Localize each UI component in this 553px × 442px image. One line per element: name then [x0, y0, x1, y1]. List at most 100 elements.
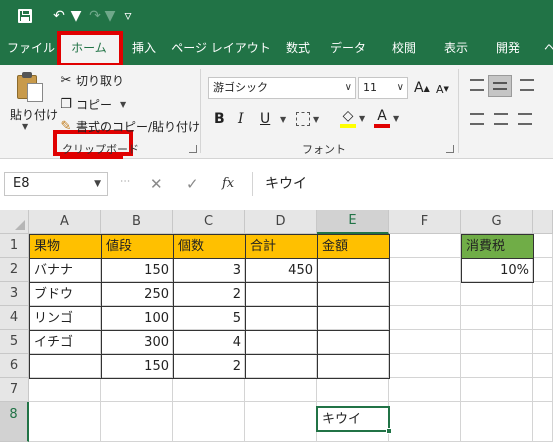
format-painter-button[interactable]: ✎ 書式のコピー/貼り付け [58, 117, 201, 135]
row-header-7[interactable]: 7 [0, 378, 29, 402]
grid-cell[interactable] [461, 282, 533, 306]
redo-icon[interactable]: ↷ [86, 7, 104, 25]
font-launcher-icon[interactable] [446, 145, 454, 153]
row-header-4[interactable]: 4 [0, 306, 29, 330]
grid-cell[interactable] [461, 354, 533, 378]
grid-cell[interactable] [245, 402, 317, 442]
paste-button[interactable]: 貼り付け [10, 106, 58, 123]
tab-review[interactable]: 校閲 [384, 32, 424, 65]
grid-cell[interactable] [389, 402, 461, 442]
tab-page-layout[interactable]: ページ レイアウト [170, 32, 272, 65]
cell-b6[interactable]: 150 [101, 354, 174, 379]
tab-file[interactable]: ファイル [6, 32, 56, 65]
tab-view[interactable]: 表示 [436, 32, 476, 65]
row-header-1[interactable]: 1 [0, 234, 29, 258]
grow-font-button[interactable]: A ▲ [414, 79, 430, 97]
middle-align-button[interactable] [488, 75, 512, 97]
cell-b5[interactable]: 300 [101, 330, 174, 355]
grid-cell[interactable] [389, 354, 461, 378]
cell-c1[interactable]: 個数 [173, 234, 246, 259]
row-header-2[interactable]: 2 [0, 258, 29, 282]
cell-a6[interactable] [29, 354, 102, 379]
paste-dropdown-icon[interactable]: ▼ [22, 122, 28, 131]
tab-insert[interactable]: 挿入 [124, 32, 164, 65]
grid-cell[interactable] [101, 378, 173, 402]
tab-help[interactable]: ヘ [540, 32, 553, 65]
row-header-5[interactable]: 5 [0, 330, 29, 354]
column-header-a[interactable]: A [29, 210, 101, 234]
cell-d6[interactable] [245, 354, 318, 379]
name-box[interactable]: E8 ▼ [4, 172, 108, 196]
grid-cell[interactable] [389, 234, 461, 258]
cell-e1[interactable]: 金額 [317, 234, 390, 259]
column-header-e[interactable]: E [317, 210, 389, 234]
grid-cell[interactable] [389, 330, 461, 354]
shrink-font-button[interactable]: A ▼ [436, 81, 449, 97]
cell-a5[interactable]: イチゴ [29, 330, 102, 355]
column-header-g[interactable]: G [461, 210, 533, 234]
cell-e5[interactable] [317, 330, 390, 355]
cell-d5[interactable] [245, 330, 318, 355]
row-header-8[interactable]: 8 [0, 402, 29, 442]
row-header-3[interactable]: 3 [0, 282, 29, 306]
cut-button[interactable]: ✂ 切り取り [58, 70, 124, 90]
column-header-b[interactable]: B [101, 210, 173, 234]
enter-icon[interactable]: ✓ [186, 172, 199, 196]
cell-c4[interactable]: 5 [173, 306, 246, 331]
splitter-handle[interactable]: ⋮ [119, 176, 130, 185]
underline-button[interactable]: U [260, 109, 270, 129]
cell-e3[interactable] [317, 282, 390, 307]
paste-icon[interactable] [17, 71, 45, 103]
insert-function-icon[interactable]: fx [222, 172, 234, 196]
grid-cell[interactable] [29, 378, 101, 402]
grid-cell[interactable] [533, 258, 553, 282]
cell-d3[interactable] [245, 282, 318, 307]
column-header-f[interactable]: F [389, 210, 461, 234]
grid-cell[interactable] [533, 354, 553, 378]
cell-b4[interactable]: 100 [101, 306, 174, 331]
grid-cell[interactable] [101, 402, 173, 442]
cell-a2[interactable]: バナナ [29, 258, 102, 283]
fill-handle[interactable] [386, 428, 392, 434]
grid-cell[interactable] [245, 378, 317, 402]
tab-developer[interactable]: 開発 [488, 32, 528, 65]
align-right-icon[interactable] [518, 113, 532, 125]
grid-cell[interactable] [461, 378, 533, 402]
top-align-icon[interactable] [470, 79, 484, 91]
grid-cell[interactable] [533, 402, 553, 442]
grid-cell[interactable] [533, 330, 553, 354]
grid-cell[interactable] [173, 378, 245, 402]
cell-c6[interactable]: 2 [173, 354, 246, 379]
formula-input[interactable]: キウイ [252, 172, 553, 196]
copy-button[interactable]: ❐ コピー ▼ [58, 95, 126, 113]
cell-b1[interactable]: 値段 [101, 234, 174, 259]
cell-c2[interactable]: 3 [173, 258, 246, 283]
cell-e2[interactable] [317, 258, 390, 283]
undo-icon[interactable]: ↶ [50, 7, 68, 25]
cell-d2[interactable]: 450 [245, 258, 318, 283]
font-name-select[interactable]: 游ゴシック ∨ [208, 77, 356, 99]
underline-dropdown-icon[interactable]: ▼ [280, 111, 286, 127]
column-header-c[interactable]: C [173, 210, 245, 234]
bold-button[interactable]: B [214, 109, 225, 129]
cell-a4[interactable]: リンゴ [29, 306, 102, 331]
grid-cell[interactable] [389, 282, 461, 306]
grid-cell[interactable] [29, 402, 101, 442]
grid-cell[interactable] [533, 378, 553, 402]
cell-c5[interactable]: 4 [173, 330, 246, 355]
tab-home[interactable]: ホーム [58, 34, 120, 65]
cell-d1[interactable]: 合計 [245, 234, 318, 259]
cell-e4[interactable] [317, 306, 390, 331]
align-center-icon[interactable] [494, 113, 508, 125]
tab-formulas[interactable]: 数式 [278, 32, 318, 65]
cell-b3[interactable]: 250 [101, 282, 174, 307]
grid-cell[interactable] [533, 282, 553, 306]
cell-a1[interactable]: 果物 [29, 234, 102, 259]
column-header-d[interactable]: D [245, 210, 317, 234]
tab-data[interactable]: データ [328, 32, 368, 65]
borders-button[interactable]: ▼ [296, 109, 319, 129]
cell-g1[interactable]: 消費税 [461, 234, 534, 259]
cell-d4[interactable] [245, 306, 318, 331]
fill-color-button[interactable]: ◇ ▼ [340, 107, 365, 129]
grid-cell[interactable] [461, 306, 533, 330]
